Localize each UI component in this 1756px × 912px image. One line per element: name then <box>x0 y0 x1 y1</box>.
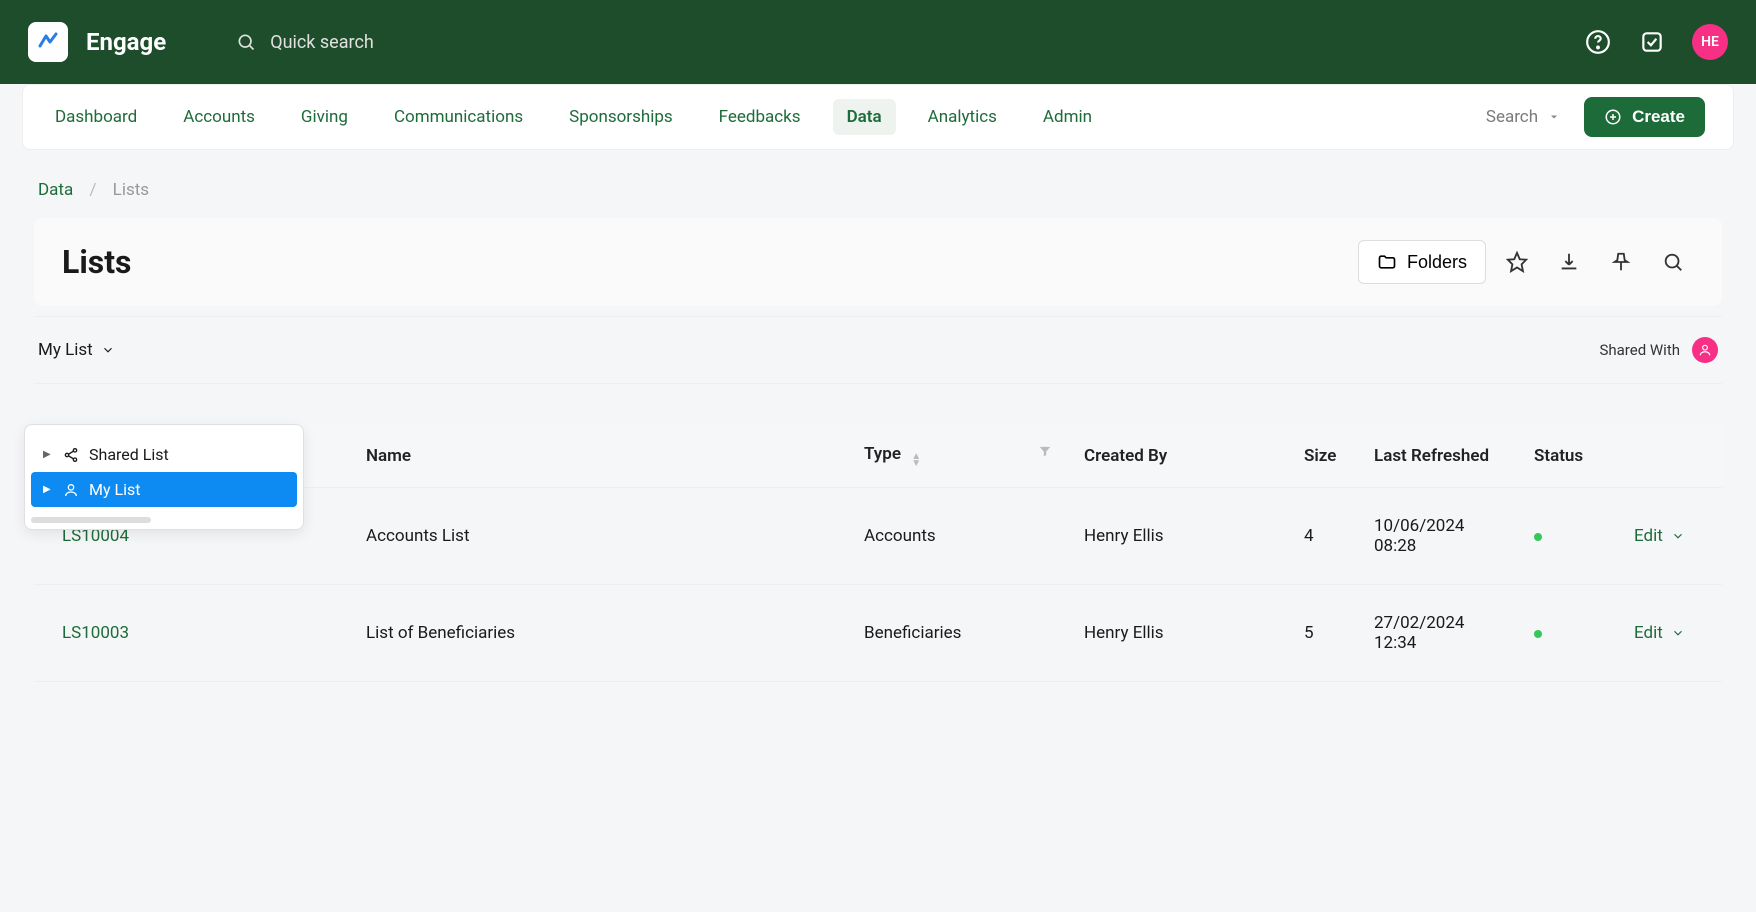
mylist-label: My List <box>38 340 93 360</box>
shared-with-avatar[interactable] <box>1692 337 1718 363</box>
topbar: Engage Quick search HE <box>0 0 1756 84</box>
table-row: LS10003 List of BeneficiariesBeneficiarie… <box>34 585 1722 682</box>
search-icon <box>236 32 256 52</box>
tree-mylist-label: My List <box>89 480 141 499</box>
app-logo[interactable] <box>28 22 68 62</box>
pin-button[interactable] <box>1600 241 1642 283</box>
search-lists-button[interactable] <box>1652 241 1694 283</box>
col-size[interactable]: Size <box>1292 424 1362 488</box>
nav-search-dropdown[interactable]: Search <box>1486 107 1560 127</box>
chevron-down-icon <box>101 343 115 357</box>
nav-admin[interactable]: Admin <box>1029 99 1106 135</box>
breadcrumb-lists: Lists <box>113 180 149 200</box>
nav-communications[interactable]: Communications <box>380 99 537 135</box>
caret-right-icon: ▶ <box>43 449 53 460</box>
page-title: Lists <box>62 243 131 281</box>
tree-scrollbar[interactable] <box>31 517 151 523</box>
nav-search-label: Search <box>1486 107 1538 127</box>
mylist-dropdown[interactable]: My List <box>38 340 115 360</box>
ref-link[interactable]: LS10003 <box>62 623 129 643</box>
status-dot-icon <box>1534 533 1542 541</box>
tree-shared-label: Shared List <box>89 445 169 464</box>
cell-created-by: Henry Ellis <box>1072 488 1292 585</box>
col-name[interactable]: Name <box>354 424 852 488</box>
caret-right-icon: ▶ <box>43 484 53 495</box>
cell-name: List of Beneficiaries <box>354 585 852 682</box>
favorite-button[interactable] <box>1496 241 1538 283</box>
edit-button[interactable]: Edit <box>1634 623 1710 643</box>
search-icon <box>1662 251 1684 273</box>
cell-size: 5 <box>1292 585 1362 682</box>
cell-size: 4 <box>1292 488 1362 585</box>
list-tree-popover: ▶ Shared List ▶ My List <box>24 424 304 530</box>
avatar-initials: HE <box>1701 34 1719 50</box>
nav-accounts[interactable]: Accounts <box>169 99 269 135</box>
cell-created-by: Henry Ellis <box>1072 585 1292 682</box>
help-button[interactable] <box>1584 28 1612 56</box>
folders-label: Folders <box>1407 252 1467 273</box>
col-last-refreshed[interactable]: Last Refreshed <box>1362 424 1522 488</box>
col-created-by[interactable]: Created By <box>1072 424 1292 488</box>
col-type[interactable]: Type ▲▼ <box>852 424 1072 488</box>
cell-status <box>1522 585 1622 682</box>
nav-data[interactable]: Data <box>833 99 896 135</box>
plus-circle-icon <box>1604 108 1622 126</box>
edit-button[interactable]: Edit <box>1634 526 1710 546</box>
star-icon <box>1506 251 1528 273</box>
cell-name: Accounts List <box>354 488 852 585</box>
caret-down-icon <box>1548 111 1560 123</box>
tasks-button[interactable] <box>1638 28 1666 56</box>
nav-dashboard[interactable]: Dashboard <box>41 99 151 135</box>
cell-last-refreshed: 27/02/2024 12:34 <box>1362 585 1522 682</box>
tree-my-list[interactable]: ▶ My List <box>31 472 297 507</box>
download-button[interactable] <box>1548 241 1590 283</box>
cell-status <box>1522 488 1622 585</box>
create-label: Create <box>1632 107 1685 127</box>
chevron-down-icon <box>1671 529 1685 543</box>
nav-analytics[interactable]: Analytics <box>914 99 1011 135</box>
shared-with-label: Shared With <box>1599 341 1680 359</box>
cell-type: Beneficiaries <box>852 585 1072 682</box>
nav-giving[interactable]: Giving <box>287 99 362 135</box>
chevron-down-icon <box>1671 626 1685 640</box>
user-icon <box>63 482 79 498</box>
filter-row: My List Shared With <box>34 316 1722 384</box>
breadcrumb: Data / Lists <box>0 150 1756 218</box>
col-status[interactable]: Status <box>1522 424 1622 488</box>
download-icon <box>1558 251 1580 273</box>
folder-icon <box>1377 252 1397 272</box>
status-dot-icon <box>1534 630 1542 638</box>
sort-icon: ▲▼ <box>911 453 921 467</box>
cell-last-refreshed: 10/06/2024 08:28 <box>1362 488 1522 585</box>
tree-shared-list[interactable]: ▶ Shared List <box>31 437 297 472</box>
nav-feedbacks[interactable]: Feedbacks <box>705 99 815 135</box>
breadcrumb-data[interactable]: Data <box>38 180 73 200</box>
filter-icon[interactable] <box>1038 444 1052 458</box>
user-avatar[interactable]: HE <box>1692 24 1728 60</box>
shared-with: Shared With <box>1599 337 1718 363</box>
app-name: Engage <box>86 28 166 56</box>
folders-button[interactable]: Folders <box>1358 240 1486 284</box>
share-icon <box>63 447 79 463</box>
quick-search[interactable]: Quick search <box>236 32 374 53</box>
page-header: Lists Folders <box>34 218 1722 306</box>
main-nav: Dashboard Accounts Giving Communications Spo… <box>22 84 1734 150</box>
pin-icon <box>1610 251 1632 273</box>
nav-sponsorships[interactable]: Sponsorships <box>555 99 687 135</box>
quick-search-placeholder: Quick search <box>270 32 374 53</box>
user-icon <box>1698 343 1712 357</box>
cell-type: Accounts <box>852 488 1072 585</box>
create-button[interactable]: Create <box>1584 97 1705 137</box>
